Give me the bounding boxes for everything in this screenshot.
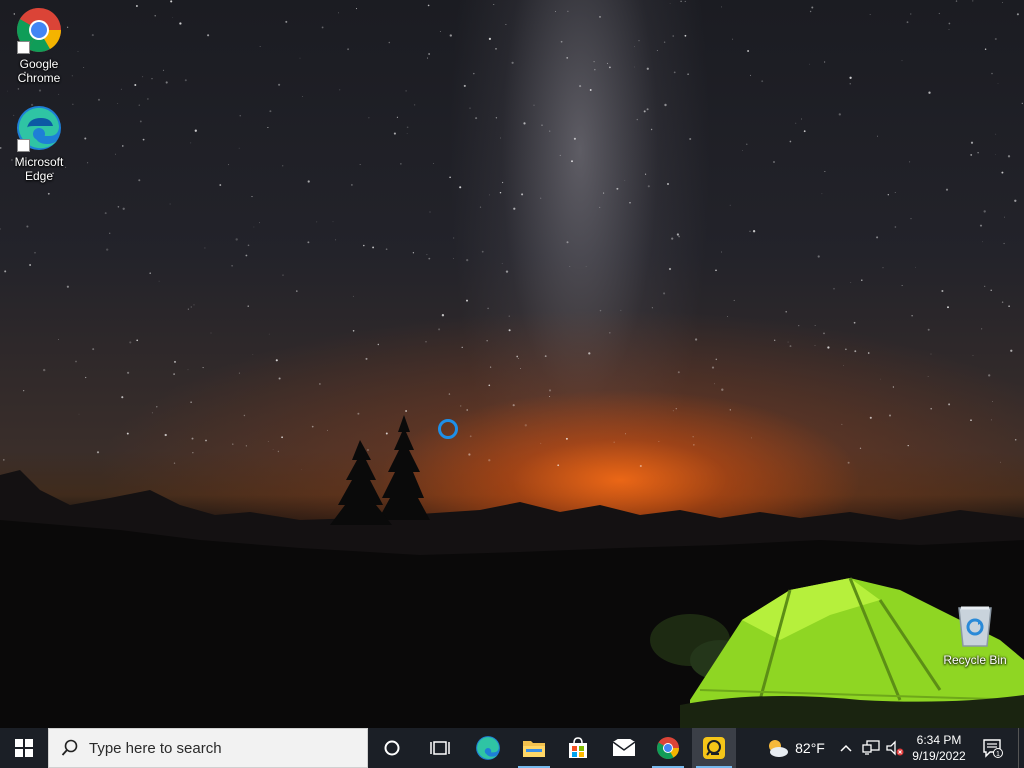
desktop-icon-label: Chrome — [17, 71, 61, 85]
cortana-circle-icon — [384, 740, 400, 756]
taskbar-chrome-button[interactable] — [648, 728, 688, 768]
windows-logo-icon — [15, 739, 33, 757]
recycle-bin-icon — [951, 602, 999, 650]
mail-icon — [612, 739, 636, 756]
show-hidden-icons-button[interactable] — [838, 728, 854, 768]
file-explorer-icon — [523, 741, 545, 757]
taskbar-file-explorer-button[interactable] — [514, 728, 554, 768]
clock-time: 6:34 PM — [916, 733, 962, 747]
show-desktop-button[interactable] — [1018, 728, 1024, 768]
shortcut-arrow-icon — [17, 139, 30, 152]
desktop-icon-microsoft-edge[interactable]: Microsoft Edge — [2, 104, 76, 183]
desktop-icon-label: Microsoft — [14, 155, 64, 169]
task-view-icon — [430, 741, 450, 755]
action-center-button[interactable]: 1 — [978, 728, 1008, 768]
tray-weather[interactable]: 82°F — [760, 728, 830, 768]
desktop-icon-label: Edge — [24, 169, 54, 183]
cortana-button[interactable] — [372, 728, 412, 768]
notification-count: 1 — [996, 751, 1000, 758]
tray-clock[interactable]: 6:34 PM 9/19/2022 — [906, 728, 972, 768]
clock-date: 9/19/2022 — [912, 749, 966, 763]
edge-icon — [15, 104, 63, 152]
taskbar-active-app-button[interactable] — [692, 728, 736, 768]
desktop-icon-label: Google — [19, 57, 59, 71]
network-button[interactable] — [860, 728, 882, 768]
start-button[interactable] — [0, 728, 48, 768]
search-placeholder: Type here to search — [89, 739, 222, 757]
taskbar-store-button[interactable] — [558, 728, 598, 768]
taskbar-mail-button[interactable] — [604, 728, 644, 768]
desktop-icon-google-chrome[interactable]: Google Chrome — [2, 6, 76, 85]
weather-temperature: 82°F — [795, 740, 825, 756]
desktop-icon-label: Recycle Bin — [943, 653, 1007, 667]
app-icon — [703, 737, 725, 759]
volume-button[interactable] — [884, 728, 906, 768]
chrome-icon — [657, 737, 679, 759]
taskbar-search-box[interactable]: Type here to search — [48, 728, 368, 768]
taskbar-edge-button[interactable] — [468, 728, 508, 768]
desktop[interactable]: Google Chrome Microsoft Edge Recycle Bin — [0, 0, 1024, 728]
network-icon — [862, 740, 880, 755]
store-icon — [569, 737, 587, 758]
task-view-button[interactable] — [420, 728, 460, 768]
chevron-up-icon — [840, 744, 852, 752]
search-icon — [61, 739, 78, 756]
taskbar: Type here to search 82°F 6:34 PM 9/19/20… — [0, 728, 1024, 768]
desktop-icon-recycle-bin[interactable]: Recycle Bin — [938, 602, 1012, 667]
busy-cursor-icon — [438, 419, 458, 439]
shortcut-arrow-icon — [17, 41, 30, 54]
edge-icon — [476, 736, 500, 760]
wallpaper-landscape — [0, 415, 1024, 728]
partly-cloudy-icon — [769, 740, 789, 757]
volume-muted-icon — [886, 740, 904, 756]
notifications-icon: 1 — [983, 739, 1003, 758]
chrome-icon — [15, 6, 63, 54]
